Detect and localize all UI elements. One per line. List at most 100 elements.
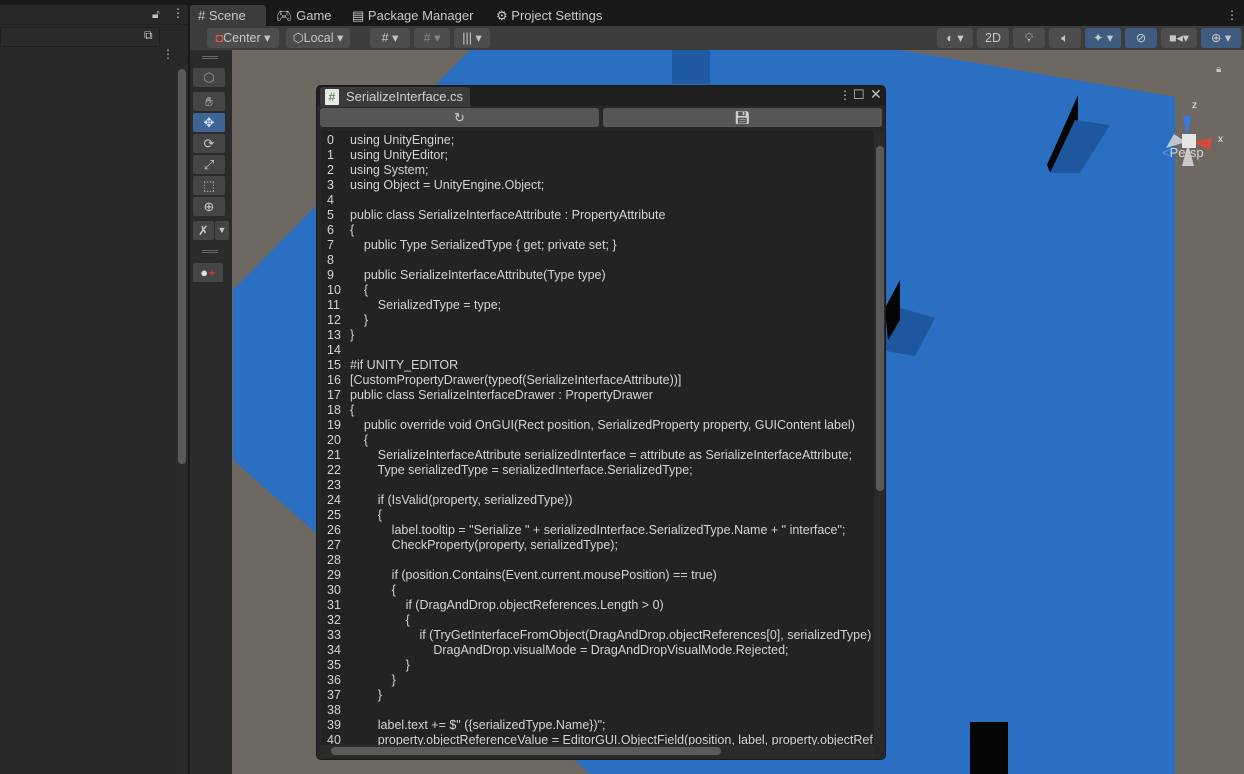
- view-tool[interactable]: ⬡: [193, 68, 225, 87]
- code-line: [CustomPropertyDrawer(typeof(SerializeIn…: [350, 373, 682, 387]
- effects-icon: ✦: [1092, 31, 1104, 45]
- line-number: 31: [327, 598, 341, 612]
- kebab-menu-icon[interactable]: ⋮: [839, 88, 851, 102]
- align-dropdown[interactable]: ||| ▾: [454, 28, 490, 48]
- gizmos-dropdown[interactable]: ⊕ ▾: [1201, 28, 1241, 48]
- drag-handle[interactable]: [202, 250, 218, 253]
- code-line: }: [350, 313, 369, 327]
- effects-dropdown[interactable]: ✦ ▾: [1085, 28, 1121, 48]
- scale-tool[interactable]: ⤢: [193, 155, 225, 174]
- code-line: }: [350, 688, 382, 702]
- projection-toggle[interactable]: <Persp: [1162, 145, 1204, 160]
- code-line: if (DragAndDrop.objectReferences.Length …: [350, 598, 664, 612]
- expand-icon[interactable]: ⧉: [144, 28, 153, 43]
- camera-dropdown[interactable]: ■◂▾: [1161, 28, 1197, 48]
- custom-tool-dropdown[interactable]: ▼: [215, 221, 229, 240]
- line-number: 9: [327, 268, 334, 282]
- line-number: 36: [327, 673, 341, 687]
- line-number: 35: [327, 658, 341, 672]
- line-number: 12: [327, 313, 341, 327]
- hand-tool[interactable]: ✋︎: [193, 92, 225, 111]
- line-number: 15: [327, 358, 341, 372]
- code-line: label.tooltip = "Serialize " + serialize…: [350, 523, 846, 537]
- code-line: SerializedType = type;: [350, 298, 502, 312]
- tab-label: Scene: [208, 8, 246, 23]
- line-number: 30: [327, 583, 341, 597]
- audio-toggle[interactable]: 🔈︎: [1049, 28, 1081, 48]
- transform-icon: ⊕: [203, 199, 215, 214]
- line-number: 5: [327, 208, 334, 222]
- line-number: 39: [327, 718, 341, 732]
- ruler-icon: |||: [462, 31, 472, 45]
- add-component-tool[interactable]: ●+: [193, 263, 223, 282]
- rotate-tool[interactable]: ⟳: [193, 134, 225, 153]
- code-line: {: [350, 223, 355, 237]
- tab-game[interactable]: 🎮︎ Game: [268, 5, 344, 27]
- line-number: 28: [327, 553, 341, 567]
- snap-icon: #: [423, 31, 431, 45]
- code-line: {: [350, 613, 410, 627]
- pivot-dropdown[interactable]: ◘Center ▾: [207, 28, 279, 48]
- line-number: 25: [327, 508, 341, 522]
- grid-snap-dropdown[interactable]: # ▾: [370, 28, 410, 48]
- line-number: 20: [327, 433, 341, 447]
- move-arrows-icon: ✥: [203, 115, 215, 130]
- line-number: 11: [327, 298, 340, 312]
- file-title: SerializeInterface.cs: [346, 89, 464, 104]
- increment-snap-dropdown[interactable]: # ▾: [414, 28, 450, 48]
- search-input[interactable]: [0, 27, 160, 47]
- file-tab[interactable]: # SerializeInterface.cs: [320, 87, 470, 107]
- kebab-menu-icon[interactable]: ⋮: [162, 47, 174, 61]
- code-line: public class SerializeInterfaceDrawer : …: [350, 388, 653, 402]
- move-tool[interactable]: ✥: [193, 113, 225, 132]
- kebab-menu-icon[interactable]: ⋮: [172, 6, 184, 20]
- line-number: 37: [327, 688, 341, 702]
- reload-button[interactable]: ↻: [320, 108, 599, 127]
- drag-handle[interactable]: [202, 56, 218, 59]
- code-line: using UnityEngine;: [350, 133, 455, 147]
- code-line: property.objectReferenceValue = EditorGU…: [350, 733, 873, 745]
- scene-toolbar: ◘Center ▾ ⬡Local ▾ # ▾ # ▾ ||| ▾ ◐ ▾ 2D …: [190, 26, 1244, 50]
- hierarchy-panel: 🔓︎ ⋮ ⧉ ⋮: [0, 5, 188, 774]
- horizontal-scrollbar[interactable]: [321, 745, 874, 757]
- editor-tabs: # Scene 🎮︎ Game ▤ Package Manager ⚙ Proj…: [190, 5, 1244, 27]
- vertical-scrollbar[interactable]: [874, 131, 885, 745]
- tab-package-manager[interactable]: ▤ Package Manager: [344, 5, 484, 27]
- custom-tool[interactable]: ✗: [193, 221, 214, 240]
- lighting-toggle[interactable]: 💡︎: [1013, 28, 1045, 48]
- speaker-mute-icon: 🔈︎: [1061, 31, 1069, 45]
- code-line: if (TryGetInterfaceFromObject(DragAndDro…: [350, 628, 874, 642]
- lock-icon[interactable]: 🔒︎: [1216, 64, 1221, 75]
- rect-tool[interactable]: ⬚: [193, 176, 225, 195]
- line-number: 27: [327, 538, 341, 552]
- transform-tool[interactable]: ⊕: [193, 197, 225, 216]
- refresh-icon: ↻: [454, 110, 465, 125]
- kebab-menu-icon[interactable]: ⋮: [1226, 8, 1238, 22]
- scrollbar-thumb[interactable]: [178, 69, 186, 464]
- scene-visibility-toggle[interactable]: ⊘: [1125, 28, 1157, 48]
- line-number: 40: [327, 733, 341, 745]
- code-line: using System;: [350, 163, 429, 177]
- space-dropdown[interactable]: ⬡Local ▾: [286, 28, 350, 48]
- toggle-2d-button[interactable]: 2D: [977, 28, 1009, 48]
- code-line: {: [350, 403, 355, 417]
- code-line: {: [350, 283, 369, 297]
- camera-icon: ■◂: [1168, 31, 1183, 45]
- code-line: #if UNITY_EDITOR: [350, 358, 459, 372]
- chevron-down-icon: ▼: [217, 225, 227, 235]
- maximize-icon[interactable]: ☐: [853, 87, 865, 103]
- grid-hash-icon: #: [198, 8, 206, 23]
- tab-label: Game: [296, 8, 332, 23]
- lock-icon[interactable]: 🔓︎: [152, 7, 160, 22]
- cube-icon: ⬡: [292, 31, 304, 45]
- scrollbar-thumb[interactable]: [876, 146, 884, 491]
- tab-project-settings[interactable]: ⚙ Project Settings: [488, 5, 618, 27]
- scale-icon: ⤢: [203, 157, 215, 172]
- line-number: 3: [327, 178, 334, 192]
- scrollbar-thumb[interactable]: [331, 747, 721, 755]
- save-button[interactable]: 💾︎: [603, 108, 882, 127]
- shading-mode-dropdown[interactable]: ◐ ▾: [937, 28, 973, 48]
- close-icon[interactable]: ✕: [870, 86, 882, 103]
- code-area[interactable]: 0 using UnityEngine; 1 using UnityEditor; 2 u…: [321, 131, 874, 745]
- tab-scene[interactable]: # Scene: [190, 5, 266, 27]
